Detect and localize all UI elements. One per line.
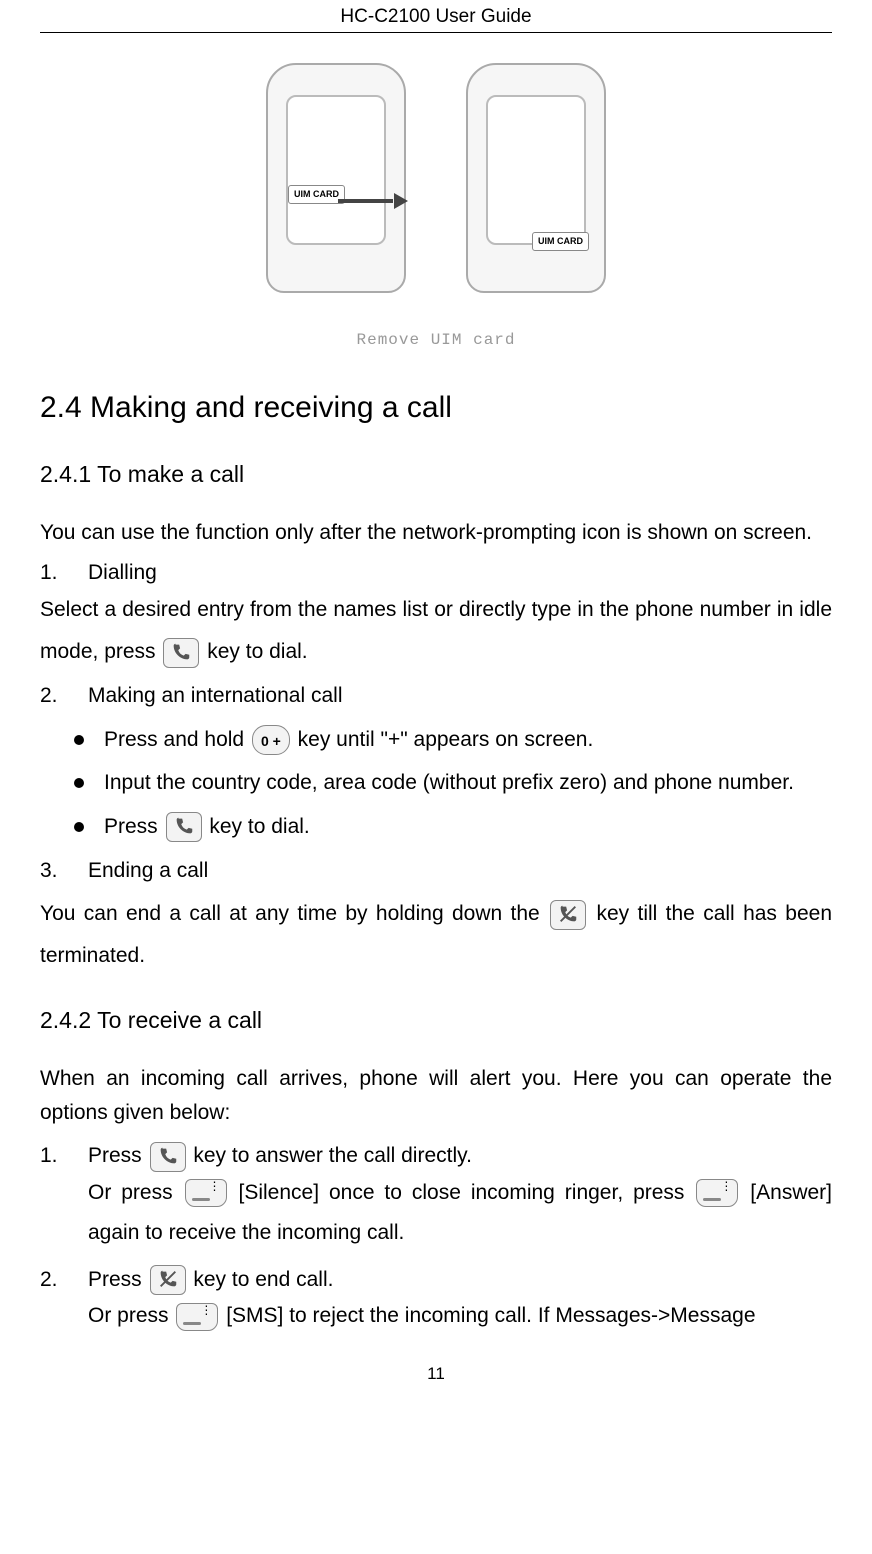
text-fragment: Press bbox=[88, 1268, 148, 1291]
text-fragment: Select a desired entry from the names li… bbox=[40, 598, 832, 663]
text-fragment: key to dial. bbox=[207, 640, 307, 663]
bullet-press-hold-0: Press and hold 0 + key until "+" appears… bbox=[74, 723, 832, 757]
page-number: 11 bbox=[40, 1364, 832, 1384]
bullet-icon bbox=[74, 735, 84, 745]
phone-illustration-right: UIM CARD bbox=[466, 63, 606, 293]
list-item-ending: 3. Ending a call bbox=[40, 854, 832, 888]
text-fragment: Or press bbox=[88, 1181, 183, 1204]
softkey-icon: ⋮ bbox=[176, 1303, 218, 1331]
list-item-answer: 1. Press key to answer the call directly… bbox=[40, 1139, 832, 1173]
text-fragment: Press bbox=[88, 1144, 148, 1167]
uim-card-label-left: UIM CARD bbox=[288, 185, 345, 204]
list-item-international: 2. Making an international call bbox=[40, 679, 832, 713]
bullet-icon bbox=[74, 822, 84, 832]
subsection-heading-make-call: 2.4.1 To make a call bbox=[40, 461, 832, 488]
text-fragment: [Silence] once to close incoming ringer,… bbox=[238, 1181, 694, 1204]
zero-plus-key-icon: 0 + bbox=[252, 725, 290, 755]
end-key-icon bbox=[550, 900, 586, 930]
section-heading: 2.4 Making and receiving a call bbox=[40, 391, 832, 425]
list-number: 2. bbox=[40, 679, 88, 713]
list-number: 2. bbox=[40, 1263, 88, 1297]
phone-illustration-left: UIM CARD bbox=[266, 63, 406, 293]
subsection-heading-receive-call: 2.4.2 To receive a call bbox=[40, 1007, 832, 1034]
softkey-icon: ⋮ bbox=[185, 1179, 227, 1207]
softkey-icon: ⋮ bbox=[696, 1179, 738, 1207]
arrow-icon bbox=[338, 195, 408, 207]
bullet-icon bbox=[74, 778, 84, 788]
list-item-end: 2. Press key to end call. bbox=[40, 1263, 832, 1297]
end-alt-text: Or press ⋮ [SMS] to reject the incoming … bbox=[88, 1296, 832, 1336]
call-key-icon bbox=[150, 1142, 186, 1172]
text-fragment: Or press bbox=[88, 1304, 174, 1327]
list-number: 1. bbox=[40, 1139, 88, 1173]
call-key-icon bbox=[163, 638, 199, 668]
bullet-input-country-code: Input the country code, area code (witho… bbox=[74, 766, 832, 800]
list-label: Ending a call bbox=[88, 854, 208, 888]
list-label: Making an international call bbox=[88, 679, 342, 713]
end-key-icon bbox=[150, 1265, 186, 1295]
list-label: Dialling bbox=[88, 556, 157, 590]
text-fragment: You can end a call at any time by holdin… bbox=[40, 902, 548, 925]
uim-card-figure: UIM CARD UIM CARD Remove UIM card bbox=[196, 53, 676, 343]
text-fragment: key to answer the call directly. bbox=[193, 1144, 472, 1167]
list-number: 1. bbox=[40, 556, 88, 590]
answer-alt-text: Or press ⋮ [Silence] once to close incom… bbox=[88, 1173, 832, 1253]
text-fragment: key until "+" appears on screen. bbox=[298, 728, 594, 751]
text-fragment: Input the country code, area code (witho… bbox=[104, 766, 794, 800]
receive-call-intro: When an incoming call arrives, phone wil… bbox=[40, 1062, 832, 1129]
call-key-icon bbox=[166, 812, 202, 842]
make-call-intro: You can use the function only after the … bbox=[40, 516, 832, 550]
figure-caption: Remove UIM card bbox=[196, 331, 676, 349]
page-header-title: HC-C2100 User Guide bbox=[40, 0, 832, 33]
text-fragment: key to dial. bbox=[209, 815, 309, 838]
dialling-text: Select a desired entry from the names li… bbox=[40, 589, 832, 673]
text-fragment: key to end call. bbox=[193, 1268, 333, 1291]
list-item-dialling: 1. Dialling bbox=[40, 556, 832, 590]
ending-call-text: You can end a call at any time by holdin… bbox=[40, 893, 832, 977]
bullet-press-dial: Press key to dial. bbox=[74, 810, 832, 844]
text-fragment: [SMS] to reject the incoming call. If Me… bbox=[226, 1304, 755, 1327]
text-fragment: Press bbox=[104, 815, 164, 838]
list-number: 3. bbox=[40, 854, 88, 888]
text-fragment: Press and hold bbox=[104, 728, 250, 751]
uim-card-label-right: UIM CARD bbox=[532, 232, 589, 251]
